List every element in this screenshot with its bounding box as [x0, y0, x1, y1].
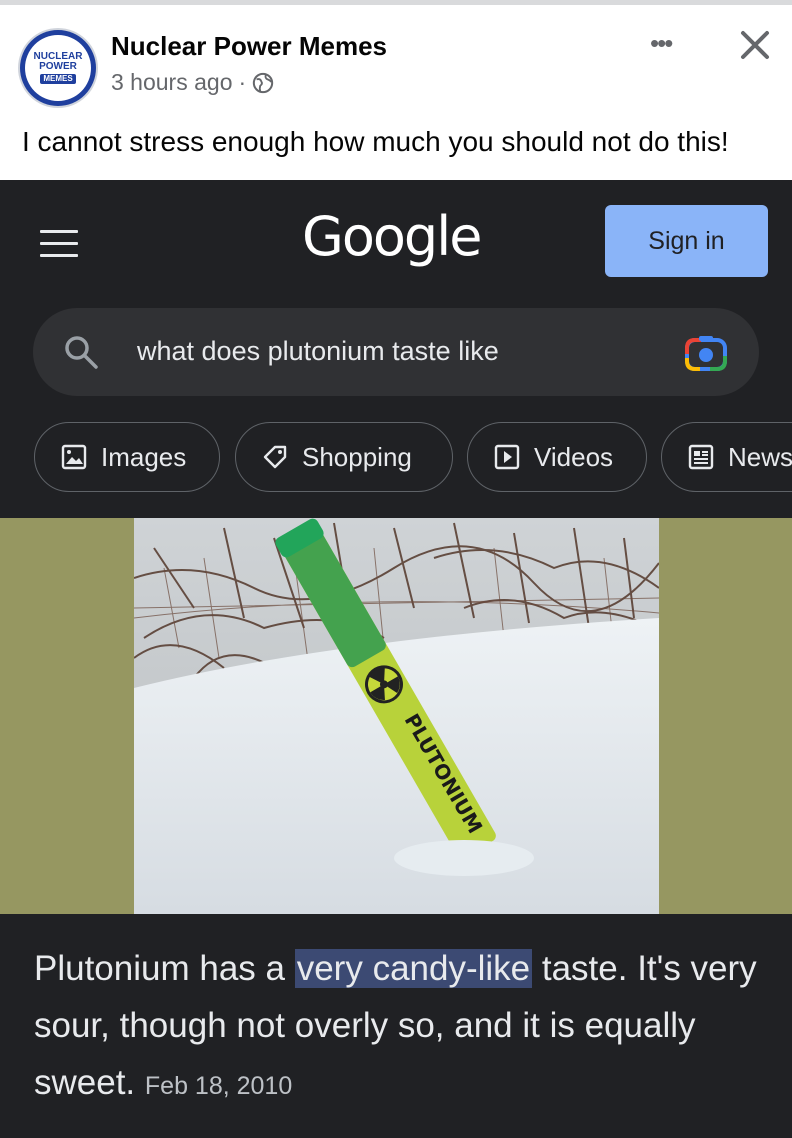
sign-in-button[interactable]: Sign in	[605, 205, 768, 277]
page-avatar[interactable]: NUCLEAR POWER MEMES	[20, 30, 96, 106]
menu-icon[interactable]	[40, 230, 78, 260]
lens-camera-icon[interactable]	[684, 334, 728, 372]
snippet-text-before: Plutonium has a	[34, 949, 295, 988]
snippet-date: Feb 18, 2010	[144, 1072, 293, 1100]
tab-images[interactable]: Images	[34, 422, 220, 492]
avatar-logo-text: NUCLEAR POWER MEMES	[20, 52, 96, 84]
answer-snippet: Plutonium has a very candy-like taste. I…	[34, 940, 764, 1115]
play-icon	[494, 444, 520, 470]
news-icon	[688, 444, 714, 470]
snippet-highlight: very candy-like	[294, 949, 533, 988]
tab-label: News	[728, 441, 792, 472]
search-icon	[65, 336, 98, 369]
more-options-icon[interactable]: •••	[650, 28, 673, 59]
search-tabs: Images Shopping Videos News	[34, 422, 792, 494]
result-image-frame[interactable]: PLUTONIUM	[0, 518, 792, 914]
tab-shopping[interactable]: Shopping	[235, 422, 453, 492]
google-logo[interactable]: Google	[302, 205, 482, 268]
tab-videos[interactable]: Videos	[467, 422, 647, 492]
tab-label: Images	[101, 441, 187, 472]
search-bar[interactable]: what does plutonium taste like	[33, 308, 759, 396]
avatar-line2: POWER	[39, 61, 77, 72]
plutonium-tube-photo: PLUTONIUM	[134, 518, 659, 914]
google-screenshot: Google Sign in what does plutonium taste…	[0, 180, 792, 1138]
search-input[interactable]: what does plutonium taste like	[137, 336, 499, 367]
page-name-link[interactable]: Nuclear Power Memes	[111, 31, 387, 62]
close-icon[interactable]	[735, 25, 775, 65]
avatar-line3: MEMES	[40, 74, 76, 84]
tab-news[interactable]: News	[661, 422, 792, 492]
meta-separator: ·	[238, 69, 247, 95]
tag-icon	[263, 445, 287, 469]
image-icon	[61, 444, 87, 470]
post-timestamp[interactable]: 3 hours ago	[111, 69, 232, 96]
post-caption: I cannot stress enough how much you shou…	[22, 126, 729, 157]
globe-icon[interactable]	[252, 72, 274, 94]
post-meta: 3 hours ago ·	[111, 69, 274, 96]
tab-label: Videos	[534, 441, 614, 472]
post-header: NUCLEAR POWER MEMES Nuclear Power Memes …	[0, 5, 792, 115]
tab-label: Shopping	[302, 441, 412, 472]
